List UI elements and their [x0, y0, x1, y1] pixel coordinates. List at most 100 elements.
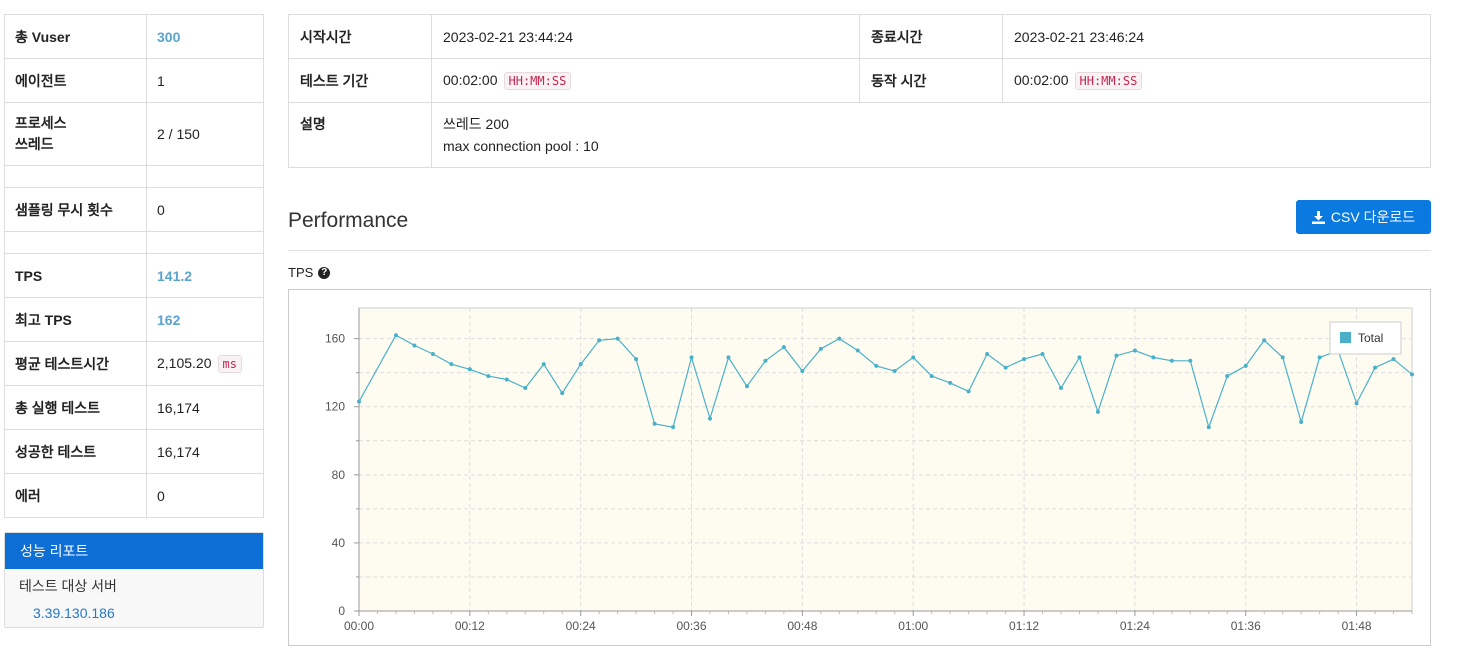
test-info-table: 시작시간 2023-02-21 23:44:24 종료시간 2023-02-21…: [288, 14, 1431, 168]
nav-item-target-servers: 테스트 대상 서버: [19, 578, 117, 594]
label-ignore-samples: 샘플링 무시 횟수: [4, 187, 147, 232]
x-tick-label: 01:00: [898, 619, 928, 633]
label-mean-test-time: 평균 테스트시간: [4, 341, 147, 386]
value-run-time: 00:02:00: [1014, 71, 1069, 88]
unit-hhmmss: HH:MM:SS: [1074, 71, 1143, 90]
data-point: [744, 384, 749, 389]
data-point: [523, 386, 528, 391]
data-point: [1095, 409, 1100, 414]
unit-hhmmss: HH:MM:SS: [503, 71, 572, 90]
data-point: [1391, 357, 1396, 362]
label-success-tests: 성공한 테스트: [4, 429, 147, 474]
row-process-thread: 프로세스 쓰레드 2 / 150: [4, 102, 264, 166]
data-point: [412, 343, 417, 348]
x-tick-label: 00:00: [344, 619, 374, 633]
y-tick-label: 120: [325, 400, 345, 414]
x-tick-label: 01:24: [1120, 619, 1150, 633]
x-tick-label: 01:36: [1231, 619, 1261, 633]
nav-item-server-link[interactable]: 3.39.130.186: [5, 599, 263, 627]
row-duration: 테스트 기간 00:02:00 HH:MM:SS 동작 시간 00:02:00 HH…: [288, 58, 1431, 103]
data-point: [1225, 374, 1230, 379]
value-total-tests: 16,174: [146, 385, 264, 430]
label-agent: 에이전트: [4, 58, 147, 103]
data-point: [1169, 358, 1174, 363]
data-point: [393, 333, 398, 338]
tps-chart-label: TPS ?: [288, 265, 331, 280]
data-point: [892, 368, 897, 373]
data-point: [1003, 365, 1008, 370]
label-errors: 에러: [4, 473, 147, 518]
data-point: [1132, 348, 1137, 353]
tps-chart: 0 40 80 120 160 00:00 00:12 00:24 00:36 00:48 01:0…: [325, 307, 1414, 633]
data-point: [615, 336, 620, 341]
report-nav: 성능 리포트 테스트 대상 서버 3.39.130.186: [4, 532, 264, 628]
data-point: [1410, 372, 1414, 377]
value-ignore-samples: 0: [146, 187, 264, 232]
label-description: 설명: [288, 102, 432, 168]
value-process-thread: 2 / 150: [146, 102, 264, 166]
y-tick-label: 80: [332, 468, 346, 482]
data-point: [1022, 357, 1027, 362]
row-ignore-samples: 샘플링 무시 횟수 0: [4, 187, 264, 232]
label-start-time: 시작시간: [288, 14, 432, 59]
row-tps: TPS 141.2: [4, 253, 264, 298]
unit-ms: ms: [217, 354, 242, 373]
data-point: [855, 348, 860, 353]
data-point: [1151, 355, 1156, 360]
value-description: 쓰레드 200 max connection pool : 10: [431, 102, 1431, 168]
data-point: [1262, 338, 1267, 343]
csv-download-label: CSV 다운로드: [1330, 209, 1416, 225]
row-total-tests: 총 실행 테스트 16,174: [4, 385, 264, 430]
question-circle-icon[interactable]: ?: [318, 266, 331, 279]
data-point: [1280, 355, 1285, 360]
row-time: 시작시간 2023-02-21 23:44:24 종료시간 2023-02-21…: [288, 14, 1431, 59]
data-point: [671, 425, 676, 430]
data-point: [504, 377, 509, 382]
data-point: [1373, 365, 1378, 370]
data-point: [689, 355, 694, 360]
legend-swatch: [1340, 332, 1351, 343]
y-tick-label: 40: [332, 536, 346, 550]
nav-item-performance-report[interactable]: 성능 리포트: [5, 533, 263, 569]
data-point: [357, 399, 361, 404]
label-test-duration: 테스트 기간: [288, 58, 432, 103]
label-tps: TPS: [4, 253, 147, 298]
summary-table: 총 Vuser 300 에이전트 1 프로세스 쓰레드 2 / 150 샘플링 …: [4, 14, 264, 518]
data-point: [874, 363, 879, 368]
value-run-time-cell: 00:02:00 HH:MM:SS: [1002, 58, 1431, 103]
data-point: [1317, 355, 1322, 360]
tps-chart-container: 0 40 80 120 160 00:00 00:12 00:24 00:36 00:48 01:0…: [288, 289, 1431, 646]
csv-download-button[interactable]: CSV 다운로드: [1296, 200, 1431, 234]
data-point: [597, 338, 602, 343]
data-point: [929, 374, 934, 379]
row-success-tests: 성공한 테스트 16,174: [4, 429, 264, 474]
data-point: [1354, 401, 1359, 406]
chart-legend: Total: [1329, 321, 1402, 355]
value-tps: 141.2: [146, 253, 264, 298]
label-run-time: 동작 시간: [859, 58, 1003, 103]
y-tick-label: 160: [325, 332, 345, 346]
y-tick-label: 0: [338, 604, 345, 618]
value-start-time: 2023-02-21 23:44:24: [431, 14, 860, 59]
value-total-vuser: 300: [146, 14, 264, 59]
data-point: [1077, 355, 1082, 360]
performance-title: Performance: [288, 209, 409, 232]
data-point: [430, 351, 435, 356]
row-mean-test-time: 평균 테스트시간 2,105.20 ms: [4, 341, 264, 386]
row-description: 설명 쓰레드 200 max connection pool : 10: [288, 102, 1431, 168]
data-point: [763, 358, 768, 363]
data-point: [1243, 363, 1248, 368]
data-point: [1188, 358, 1193, 363]
description-line: 쓰레드 200: [443, 116, 509, 132]
data-point: [837, 336, 842, 341]
value-test-duration: 00:02:00: [443, 71, 498, 88]
value-mean-test-time-cell: 2,105.20 ms: [146, 341, 264, 386]
section-divider: [288, 250, 1431, 251]
row-peak-tps: 최고 TPS 162: [4, 297, 264, 342]
legend-label: Total: [1358, 331, 1383, 345]
data-point: [541, 362, 546, 367]
data-point: [1040, 351, 1045, 356]
value-end-time: 2023-02-21 23:46:24: [1002, 14, 1431, 59]
x-tick-label: 00:36: [677, 619, 707, 633]
data-point: [449, 362, 454, 367]
